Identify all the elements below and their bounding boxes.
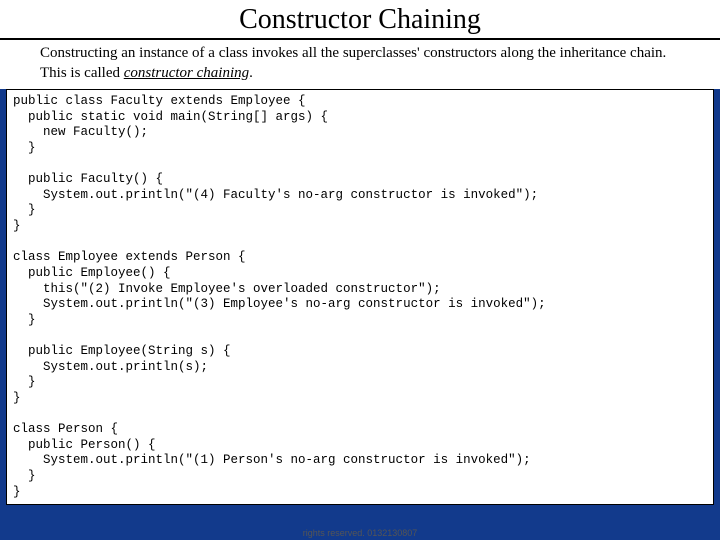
subtitle: Constructing an instance of a class invo…: [40, 44, 680, 83]
footer-text: rights reserved. 0132130807: [0, 528, 720, 538]
subtitle-wrap: Constructing an instance of a class invo…: [0, 40, 720, 89]
subtitle-post: .: [249, 65, 253, 81]
slide-title: Constructor Chaining: [0, 0, 720, 40]
code-block: public class Faculty extends Employee { …: [6, 89, 714, 505]
slide: Constructor Chaining Constructing an ins…: [0, 0, 720, 540]
subtitle-emph: constructor chaining: [124, 65, 249, 81]
